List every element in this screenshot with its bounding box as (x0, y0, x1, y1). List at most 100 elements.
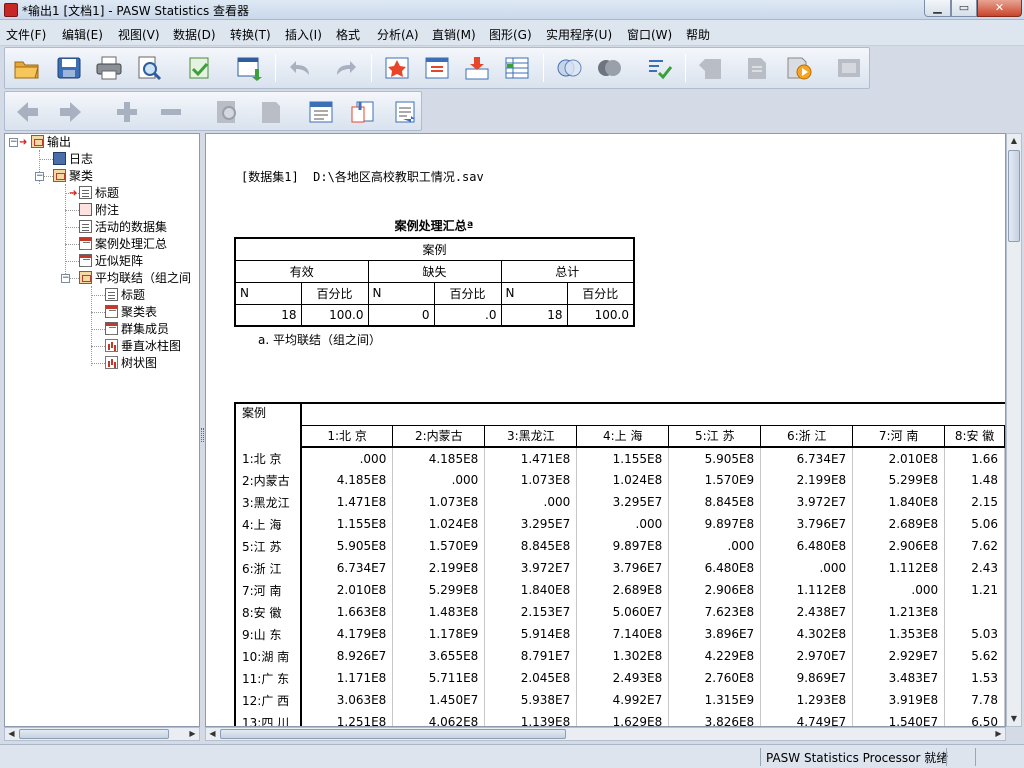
proximity-cell: 1.178E9 (392, 623, 486, 645)
proximity-row-label: 3:黑龙江 (234, 491, 302, 513)
show-all-variables-icon[interactable] (595, 55, 623, 81)
outline-node-proximity-matrix[interactable]: 近似矩阵 (79, 253, 143, 270)
proximity-cell: 1.483E8 (392, 601, 486, 623)
menu-edit[interactable]: 编辑(E) (62, 26, 103, 43)
menu-data[interactable]: 数据(D) (173, 26, 216, 43)
outline-node-case-summary[interactable]: 案例处理汇总 (79, 236, 167, 253)
proximity-cell: 2.493E8 (576, 667, 670, 689)
collapse-root-toggle[interactable]: − (9, 138, 18, 147)
outline-node-notes[interactable]: 附注 (79, 202, 119, 219)
outline-toolbar (4, 91, 422, 131)
outline-node-cluster-membership[interactable]: 群集成员 (105, 321, 169, 338)
play-script-icon[interactable] (785, 55, 813, 81)
collapse-cluster-toggle[interactable]: − (35, 172, 44, 181)
outline-scroll-thumb[interactable] (19, 729, 169, 739)
maximize-button[interactable]: ▭ (951, 0, 977, 17)
promote-icon[interactable] (697, 55, 725, 81)
use-sets-icon[interactable] (555, 55, 583, 81)
outline-node-dendrogram[interactable]: 树状图 (105, 355, 157, 372)
outline-node-agglomeration-schedule[interactable]: 聚类表 (105, 304, 157, 321)
outline-node-active-dataset[interactable]: 活动的数据集 (79, 219, 167, 236)
print-icon[interactable] (95, 55, 123, 81)
menu-view[interactable]: 视图(V) (118, 26, 160, 43)
log-icon (53, 152, 66, 165)
proximity-cell: 1.112E8 (760, 579, 854, 601)
arrow-left-icon[interactable] (13, 99, 41, 125)
outline-node-output[interactable]: 输出 (31, 134, 71, 151)
save-icon[interactable] (55, 55, 83, 81)
proximity-cell: 3.796E7 (576, 557, 670, 579)
minimize-button[interactable]: ▁ (924, 0, 951, 17)
insert-title-icon[interactable] (349, 99, 377, 125)
variables-icon[interactable] (503, 55, 531, 81)
show-icon[interactable] (213, 99, 241, 125)
table-row: 6:浙 江 6.734E7 2.199E8 3.972E7 3.796E7 6.480E8… (234, 557, 1005, 579)
expand-plus-icon[interactable] (113, 99, 141, 125)
scroll-right-arrow-icon[interactable]: ▶ (186, 728, 199, 740)
proximity-matrix-table[interactable]: 案例 1:北 京 2:内蒙古 3:黑龙江 4:上 海 5:江 苏 6:浙 江 7:河 南 8:… (234, 402, 1005, 726)
menu-insert[interactable]: 插入(I) (285, 26, 322, 43)
arrow-right-icon[interactable] (57, 99, 85, 125)
insert-heading-icon[interactable] (307, 99, 335, 125)
undo-icon[interactable] (287, 55, 315, 81)
menu-analyze[interactable]: 分析(A) (377, 26, 419, 43)
goto-data-icon[interactable] (235, 55, 263, 81)
outline-node-linkage-title[interactable]: 标题 (105, 287, 145, 304)
splitter-grip-icon (201, 428, 204, 442)
summary-cell: .0 (433, 303, 502, 327)
goto-variable-icon[interactable] (423, 55, 451, 81)
content-hscroll-thumb[interactable] (220, 729, 566, 739)
title-icon (79, 186, 92, 199)
proximity-cell: 2.199E8 (392, 557, 486, 579)
menu-transform[interactable]: 转换(T) (230, 26, 271, 43)
outline-node-title[interactable]: 标题 (79, 185, 119, 202)
content-vscroll-thumb[interactable] (1008, 150, 1020, 242)
menu-graphs[interactable]: 图形(G) (489, 26, 532, 43)
proximity-column-header: 5:江 苏 (668, 424, 762, 448)
scroll-down-arrow-icon[interactable]: ▼ (1007, 712, 1021, 726)
outline-node-cluster[interactable]: 聚类 (53, 168, 93, 185)
processor-status: PASW Statistics Processor 就绪 (766, 751, 949, 765)
menu-window[interactable]: 窗口(W) (627, 26, 672, 43)
spell-check-icon[interactable] (645, 55, 673, 81)
insert-cases-icon[interactable] (463, 55, 491, 81)
hide-icon[interactable] (257, 99, 285, 125)
collapse-minus-icon[interactable] (157, 99, 185, 125)
proximity-row-label: 12:广 西 (234, 689, 302, 711)
export-icon[interactable] (185, 55, 213, 81)
proximity-row-label: 2:内蒙古 (234, 469, 302, 491)
scroll-left-arrow-icon[interactable]: ◀ (206, 728, 219, 740)
menu-file[interactable]: 文件(F) (6, 26, 46, 43)
menu-direct-marketing[interactable]: 直销(M) (432, 26, 476, 43)
summary-cell: 18 (234, 303, 302, 327)
redo-icon[interactable] (331, 55, 359, 81)
collapse-linkage-toggle[interactable]: − (61, 274, 70, 283)
goto-case-icon[interactable] (383, 55, 411, 81)
menu-format[interactable]: 格式 (336, 26, 360, 43)
menu-help[interactable]: 帮助 (686, 26, 710, 43)
proximity-cell (944, 601, 1005, 623)
outline-node-log[interactable]: 日志 (53, 151, 93, 168)
scroll-up-arrow-icon[interactable]: ▲ (1007, 134, 1021, 148)
case-summary-table[interactable]: 案例 有效 缺失 总计 N 百分比 N 百分比 N 百分比 18 100.0 0… (234, 237, 635, 327)
output-window-icon[interactable] (835, 55, 863, 81)
content-horizontal-scrollbar[interactable]: ◀ ▶ (205, 727, 1006, 741)
menu-utilities[interactable]: 实用程序(U) (546, 26, 612, 43)
outline-horizontal-scrollbar[interactable]: ◀ ▶ (4, 727, 200, 741)
proximity-row-label: 8:安 徽 (234, 601, 302, 623)
close-button[interactable]: ✕ (977, 0, 1022, 17)
scroll-left-arrow-icon[interactable]: ◀ (5, 728, 18, 740)
insert-text-icon[interactable] (743, 55, 771, 81)
scroll-right-arrow-icon[interactable]: ▶ (992, 728, 1005, 740)
print-preview-icon[interactable] (135, 55, 163, 81)
summary-subcol: 百分比 (300, 281, 369, 305)
summary-col-total: 总计 (500, 259, 635, 283)
case-summary-title[interactable]: 案例处理汇总ª (234, 217, 634, 234)
proximity-cell: 1.024E8 (576, 469, 670, 491)
outline-node-icicle-plot[interactable]: 垂直冰柱图 (105, 338, 181, 355)
insert-text-output-icon[interactable] (391, 99, 419, 125)
open-folder-icon[interactable] (13, 55, 41, 81)
dataset-label: [数据集1] (241, 170, 299, 184)
content-vertical-scrollbar[interactable]: ▲ ▼ (1006, 133, 1022, 727)
outline-node-average-linkage[interactable]: 平均联结（组之间 (79, 270, 191, 287)
